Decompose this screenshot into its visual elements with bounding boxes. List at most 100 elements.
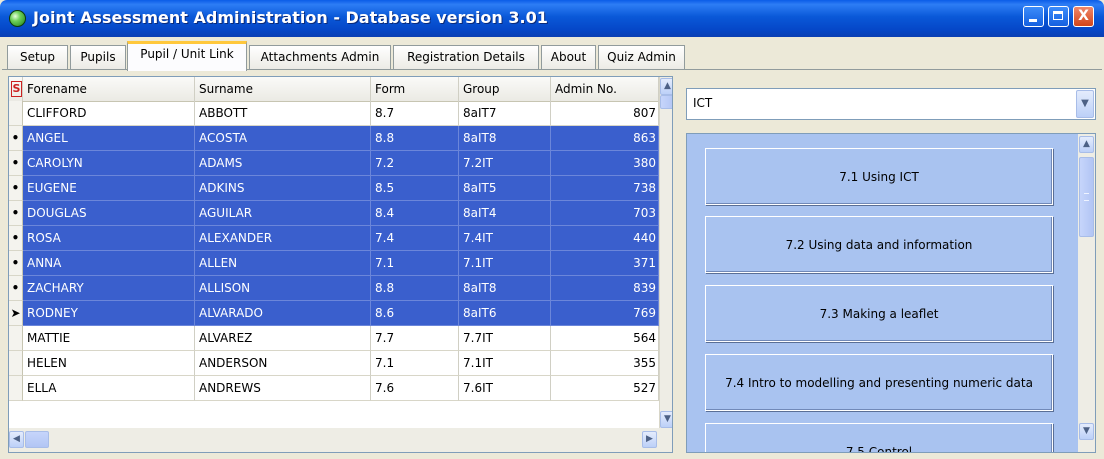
tab-setup[interactable]: Setup <box>7 45 68 69</box>
cell-admin-no[interactable]: 839 <box>551 276 659 301</box>
cell-forename[interactable]: EUGENE <box>23 176 195 201</box>
cell-surname[interactable]: ABBOTT <box>195 101 371 126</box>
cell-surname[interactable]: ACOSTA <box>195 126 371 151</box>
cell-forename[interactable]: ROSA <box>23 226 195 251</box>
unit-button-7-3[interactable]: 7.3 Making a leaflet <box>705 285 1053 342</box>
cell-surname[interactable]: ALVARADO <box>195 301 371 326</box>
cell-forename[interactable]: RODNEY <box>23 301 195 326</box>
row-selector[interactable]: • <box>9 151 23 176</box>
cell-admin-no[interactable]: 355 <box>551 351 659 376</box>
cell-surname[interactable]: ADKINS <box>195 176 371 201</box>
cell-form[interactable]: 8.4 <box>371 201 459 226</box>
unit-button-7-4[interactable]: 7.4 Intro to modelling and presenting nu… <box>705 354 1053 411</box>
tab-attachments-admin[interactable]: Attachments Admin <box>249 45 391 69</box>
cell-forename[interactable]: ANNA <box>23 251 195 276</box>
unit-button-7-1[interactable]: 7.1 Using ICT <box>705 148 1053 205</box>
unit-button-7-5[interactable]: 7.5 Control <box>705 423 1053 452</box>
tab-quiz-admin[interactable]: Quiz Admin <box>598 45 685 69</box>
cell-forename[interactable]: ANGEL <box>23 126 195 151</box>
cell-group[interactable]: 8aIT8 <box>459 126 551 151</box>
cell-form[interactable]: 7.1 <box>371 351 459 376</box>
chevron-down-icon[interactable]: ▼ <box>1076 90 1094 118</box>
cell-group[interactable]: 8aIT7 <box>459 101 551 126</box>
table-row[interactable]: • ROSA ALEXANDER 7.4 7.4IT 440 <box>9 226 659 251</box>
cell-form[interactable]: 8.7 <box>371 101 459 126</box>
table-row[interactable]: • ANNA ALLEN 7.1 7.1IT 371 <box>9 251 659 276</box>
cell-forename[interactable]: CAROLYN <box>23 151 195 176</box>
cell-admin-no[interactable]: 564 <box>551 326 659 351</box>
row-selector[interactable]: • <box>9 251 23 276</box>
cell-group[interactable]: 7.4IT <box>459 226 551 251</box>
scroll-down-icon[interactable]: ▼ <box>660 411 672 428</box>
cell-admin-no[interactable]: 807 <box>551 101 659 126</box>
title-bar[interactable]: Joint Assessment Administration - Databa… <box>0 0 1104 37</box>
cell-group[interactable]: 8aIT5 <box>459 176 551 201</box>
cell-form[interactable]: 7.7 <box>371 326 459 351</box>
cell-group[interactable]: 7.2IT <box>459 151 551 176</box>
cell-forename[interactable]: CLIFFORD <box>23 101 195 126</box>
cell-surname[interactable]: ALVAREZ <box>195 326 371 351</box>
row-selector[interactable]: • <box>9 176 23 201</box>
scroll-up-icon[interactable]: ▲ <box>660 78 672 95</box>
cell-surname[interactable]: ALLISON <box>195 276 371 301</box>
row-selector[interactable]: • <box>9 226 23 251</box>
close-button[interactable]: X <box>1073 6 1094 27</box>
cell-admin-no[interactable]: 738 <box>551 176 659 201</box>
cell-admin-no[interactable]: 440 <box>551 226 659 251</box>
col-form[interactable]: Form <box>371 77 459 101</box>
col-forename[interactable]: Forename <box>23 77 195 101</box>
cell-forename[interactable]: ZACHARY <box>23 276 195 301</box>
row-selector[interactable] <box>9 101 23 126</box>
table-row[interactable]: ELLA ANDREWS 7.6 7.6IT 527 <box>9 376 659 401</box>
grid-horizontal-scrollbar[interactable]: ◀ ▶ <box>9 428 672 452</box>
cell-surname[interactable]: ALLEN <box>195 251 371 276</box>
tab-registration-details[interactable]: Registration Details <box>393 45 539 69</box>
cell-admin-no[interactable]: 527 <box>551 376 659 401</box>
row-selector[interactable] <box>9 376 23 401</box>
pupil-grid[interactable]: S Forename Surname Form Group Admin No. … <box>8 76 673 453</box>
scroll-up-icon[interactable]: ▲ <box>1079 136 1094 153</box>
grid-vscroll-thumb[interactable] <box>660 95 672 109</box>
scroll-left-icon[interactable]: ◀ <box>9 431 24 448</box>
cell-surname[interactable]: AGUILAR <box>195 201 371 226</box>
row-selector[interactable]: • <box>9 126 23 151</box>
cell-form[interactable]: 8.5 <box>371 176 459 201</box>
cell-surname[interactable]: ANDERSON <box>195 351 371 376</box>
row-selector[interactable]: • <box>9 276 23 301</box>
cell-form[interactable]: 8.8 <box>371 276 459 301</box>
scroll-down-icon[interactable]: ▼ <box>1079 423 1094 440</box>
col-surname[interactable]: Surname <box>195 77 371 101</box>
cell-forename[interactable]: DOUGLAS <box>23 201 195 226</box>
maximize-button[interactable] <box>1048 6 1069 27</box>
cell-group[interactable]: 8aIT8 <box>459 276 551 301</box>
cell-group[interactable]: 7.1IT <box>459 251 551 276</box>
cell-group[interactable]: 7.7IT <box>459 326 551 351</box>
table-row[interactable]: • EUGENE ADKINS 8.5 8aIT5 738 <box>9 176 659 201</box>
table-row[interactable]: • DOUGLAS AGUILAR 8.4 8aIT4 703 <box>9 201 659 226</box>
cell-admin-no[interactable]: 863 <box>551 126 659 151</box>
cell-surname[interactable]: ALEXANDER <box>195 226 371 251</box>
table-row[interactable]: HELEN ANDERSON 7.1 7.1IT 355 <box>9 351 659 376</box>
cell-admin-no[interactable]: 769 <box>551 301 659 326</box>
grid-hscroll-thumb[interactable] <box>25 431 49 448</box>
table-row[interactable]: MATTIE ALVAREZ 7.7 7.7IT 564 <box>9 326 659 351</box>
row-selector[interactable] <box>9 351 23 376</box>
unit-list-panel[interactable]: 7.1 Using ICT 7.2 Using data and informa… <box>686 133 1096 453</box>
subject-select[interactable]: ICT ▼ <box>686 88 1096 120</box>
cell-group[interactable]: 8aIT4 <box>459 201 551 226</box>
row-selector[interactable]: ➤ <box>9 301 23 326</box>
table-row[interactable]: CLIFFORD ABBOTT 8.7 8aIT7 807 <box>9 101 659 126</box>
unit-panel-scroll-thumb[interactable] <box>1079 157 1094 237</box>
unit-panel-scrollbar[interactable]: ▲ ▼ <box>1078 134 1095 452</box>
cell-group[interactable]: 7.6IT <box>459 376 551 401</box>
cell-form[interactable]: 7.1 <box>371 251 459 276</box>
table-row[interactable]: • ANGEL ACOSTA 8.8 8aIT8 863 <box>9 126 659 151</box>
tab-about[interactable]: About <box>541 45 596 69</box>
cell-group[interactable]: 7.1IT <box>459 351 551 376</box>
grid-vertical-scrollbar[interactable]: ▲ ▼ <box>659 77 672 428</box>
cell-form[interactable]: 7.2 <box>371 151 459 176</box>
cell-surname[interactable]: ANDREWS <box>195 376 371 401</box>
table-row[interactable]: ➤ RODNEY ALVARADO 8.6 8aIT6 769 <box>9 301 659 326</box>
cell-forename[interactable]: ELLA <box>23 376 195 401</box>
cell-form[interactable]: 8.8 <box>371 126 459 151</box>
